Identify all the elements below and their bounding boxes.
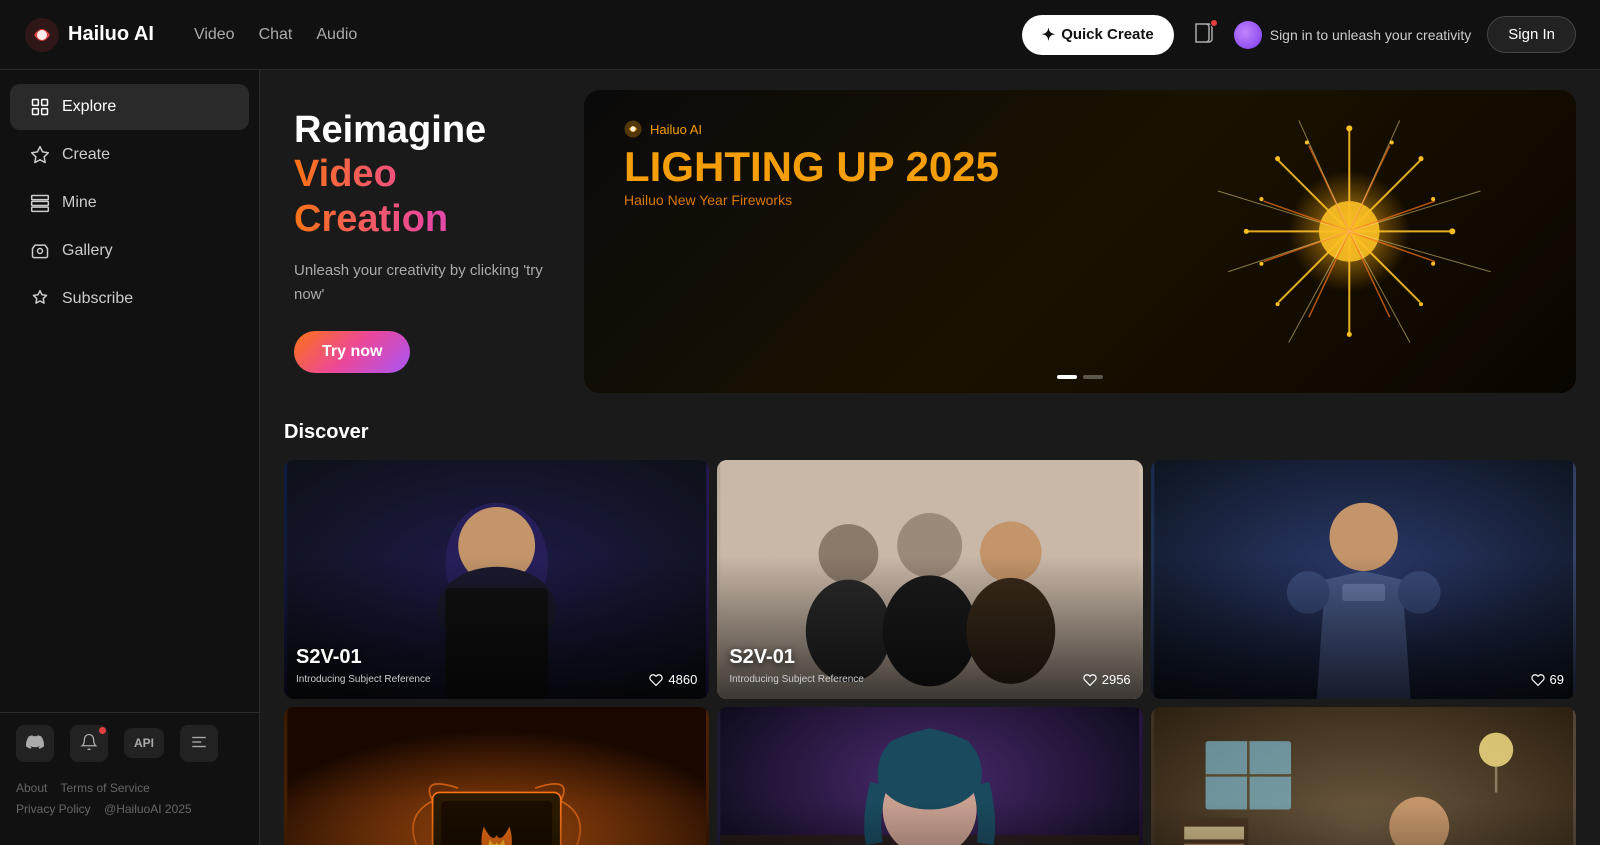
notification-dot [1210,19,1218,27]
card-subtitle-1: Introducing Subject Reference [296,674,431,685]
sidebar-nav: Explore Create Mine [0,82,259,712]
book-icon-button[interactable] [1190,19,1218,50]
sidebar-footer-links: About Terms of Service Privacy Policy @H… [16,778,243,821]
video-card-warrior[interactable]: 69 [1151,460,1576,699]
discover-grid: S2V-01 Introducing Subject Reference 486… [284,460,1576,845]
sidebar-item-create[interactable]: Create [10,132,249,178]
banner-subtitle: Hailuo New Year Fireworks [624,192,999,208]
menu-button[interactable] [180,725,218,762]
nav-video[interactable]: Video [194,22,235,48]
banner-dot-2[interactable] [1083,375,1103,379]
sidebar-item-gallery[interactable]: Gallery [10,228,249,274]
main-nav: Video Chat Audio [194,22,357,48]
hero-section: Reimagine Video Creation Unleash your cr… [284,90,1576,393]
firework-graphic [981,90,1576,393]
try-now-button[interactable]: Try now [294,331,410,373]
mine-label: Mine [62,194,97,212]
mine-icon [30,193,50,213]
privacy-link[interactable]: Privacy Policy [16,802,91,816]
sidebar-item-subscribe[interactable]: Subscribe [10,276,249,322]
nav-chat[interactable]: Chat [259,22,293,48]
hero-title-plain: Reimagine [294,110,554,152]
card-title-1: S2V-01 [296,646,362,669]
heart-icon-2 [1083,673,1097,687]
sidebar: Explore Create Mine [0,70,260,845]
gallery-icon [30,241,50,261]
hero-title-gradient: Video Creation [294,152,554,243]
card-title-2: S2V-01 [729,646,795,669]
discord-icon [26,733,44,751]
sidebar-item-mine[interactable]: Mine [10,180,249,226]
hero-banner[interactable]: Hailuo AI LIGHTING UP 2025 Hailuo New Ye… [584,90,1576,393]
logo-icon [24,17,60,53]
quick-create-button[interactable]: ✦ Quick Create [1022,15,1174,55]
nav-audio[interactable]: Audio [316,22,357,48]
banner-dots [1057,375,1103,379]
likes-count-2: 2956 [1102,672,1131,687]
create-label: Create [62,146,110,164]
header: Hailuo AI Video Chat Audio ✦ Quick Creat… [0,0,1600,70]
subscribe-icon [30,289,50,309]
card-likes-3: 69 [1531,672,1564,687]
heart-icon-3 [1531,673,1545,687]
copyright-text: @HailuoAI 2025 [104,802,192,816]
sign-in-prompt: Sign in to unleash your creativity [1234,21,1472,49]
bell-notification-dot [99,727,106,734]
video-card-room[interactable] [1151,707,1576,845]
logo[interactable]: Hailuo AI [24,17,154,53]
header-right: ✦ Quick Create Sign in to unleash your c… [1022,15,1576,55]
hero-description: Unleash your creativity by clicking 'try… [294,259,554,307]
video-card-s2v-group[interactable]: S2V-01 Introducing Subject Reference 295… [717,460,1142,699]
card-subtitle-2: Introducing Subject Reference [729,674,864,685]
plus-icon: ✦ [1042,25,1055,45]
banner-logo-row: Hailuo AI [624,120,999,138]
card-likes-2: 2956 [1083,672,1131,687]
terms-link[interactable]: Terms of Service [60,781,149,795]
bell-icon [80,733,98,751]
sidebar-footer: API About Terms of Service Privacy Polic… [0,712,259,833]
heart-icon-1 [649,673,663,687]
video-card-anime[interactable] [717,707,1142,845]
quick-create-label: Quick Create [1061,26,1154,43]
explore-label: Explore [62,98,116,116]
api-label: API [134,736,154,750]
subscribe-label: Subscribe [62,290,133,308]
banner-dot-1[interactable] [1057,375,1077,379]
about-link[interactable]: About [16,781,47,795]
explore-icon [30,97,50,117]
api-button[interactable]: API [124,728,164,758]
gallery-label: Gallery [62,242,113,260]
sign-in-button[interactable]: Sign In [1487,16,1576,53]
logo-text: Hailuo AI [68,23,154,46]
video-card-fire[interactable] [284,707,709,845]
discover-title: Discover [284,421,1576,444]
banner-logo-icon [624,120,642,138]
likes-count-3: 69 [1550,672,1564,687]
likes-count-1: 4860 [668,672,697,687]
hero-banner-content: Hailuo AI LIGHTING UP 2025 Hailuo New Ye… [584,90,1576,393]
content-area: Reimagine Video Creation Unleash your cr… [260,70,1600,845]
card-likes-1: 4860 [649,672,697,687]
discover-section: Discover [284,421,1576,845]
menu-icon [190,733,208,751]
sidebar-footer-icons: API [16,725,243,762]
avatar-icon [1234,21,1262,49]
banner-title: LIGHTING UP 2025 [624,146,999,188]
video-card-s2v-old[interactable]: S2V-01 Introducing Subject Reference 486… [284,460,709,699]
banner-logo-area: Hailuo AI LIGHTING UP 2025 Hailuo New Ye… [624,120,999,208]
hero-text: Reimagine Video Creation Unleash your cr… [284,90,564,393]
discord-button[interactable] [16,725,54,762]
notify-button[interactable] [70,725,108,762]
sign-in-prompt-text: Sign in to unleash your creativity [1270,27,1472,43]
sidebar-item-explore[interactable]: Explore [10,84,249,130]
main-layout: Explore Create Mine [0,70,1600,845]
create-icon [30,145,50,165]
banner-logo-text: Hailuo AI [650,122,702,137]
